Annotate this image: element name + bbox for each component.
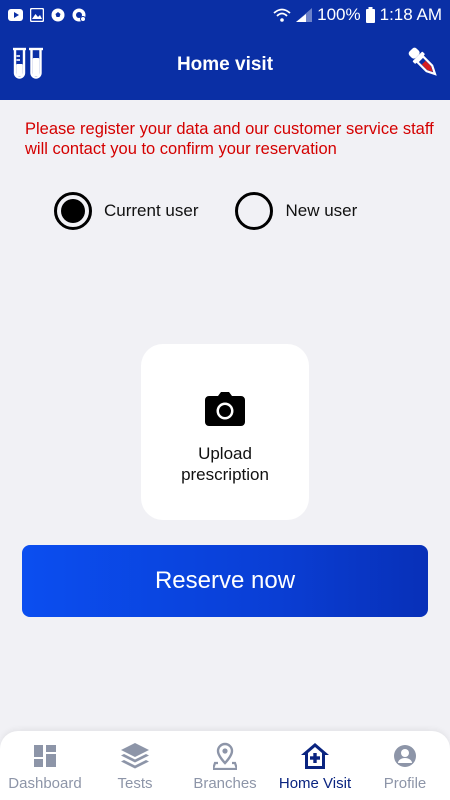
page-title: Home visit	[176, 54, 274, 75]
wifi-icon	[273, 8, 291, 22]
youtube-icon	[8, 8, 23, 22]
status-bar: 100% 1:18 AM	[0, 0, 450, 30]
radio-current-user[interactable]: Current user	[54, 192, 198, 230]
location-pin-icon	[213, 742, 237, 770]
dashboard-icon	[34, 742, 56, 770]
camera-icon	[205, 392, 245, 431]
nav-label-branches: Branches	[193, 775, 257, 792]
nav-label-dashboard: Dashboard	[8, 775, 82, 792]
layers-icon	[121, 742, 149, 770]
upload-prescription-card[interactable]: Upload prescription	[141, 344, 309, 520]
radio-label-new-user: New user	[285, 201, 358, 220]
clock: 1:18 AM	[379, 5, 442, 24]
radio-unselected-indicator[interactable]	[235, 192, 274, 230]
nav-item-dashboard[interactable]: Dashboard	[0, 742, 90, 792]
radio-new-user[interactable]: New user	[235, 192, 357, 230]
app-bar: Home visit	[0, 30, 450, 100]
home-plus-icon	[300, 742, 330, 770]
radio-dot	[61, 199, 85, 223]
gallery-icon	[29, 8, 44, 22]
reserve-now-button[interactable]: Reserve now	[22, 545, 428, 617]
nav-item-tests[interactable]: Tests	[90, 742, 180, 792]
whatsapp-icon	[71, 8, 86, 22]
test-tubes-icon[interactable]	[12, 46, 44, 87]
nav-label-home-visit: Home Visit	[278, 775, 352, 792]
nav-item-home-visit[interactable]: Home Visit	[270, 742, 360, 792]
radio-selected-indicator[interactable]	[54, 192, 92, 230]
bottom-navigation: Dashboard Tests Branches Home Visit Prof…	[0, 731, 450, 800]
nav-label-tests: Tests	[117, 775, 153, 792]
battery-icon	[365, 7, 375, 23]
nav-item-branches[interactable]: Branches	[180, 742, 270, 792]
status-notification-icons	[8, 8, 86, 22]
dropper-icon[interactable]	[406, 44, 440, 85]
profile-icon	[393, 742, 417, 770]
status-system-icons: 100% 1:18 AM	[273, 5, 442, 25]
upload-prescription-label: Upload prescription	[181, 444, 269, 484]
soccer-ball-icon	[50, 8, 65, 22]
nav-label-profile: Profile	[383, 775, 427, 792]
signal-icon	[296, 8, 313, 22]
notice-text: Please register your data and our custom…	[25, 120, 434, 158]
nav-item-profile[interactable]: Profile	[360, 742, 450, 792]
user-type-radio-group: Current user New user	[54, 192, 357, 230]
radio-label-current-user: Current user	[104, 201, 199, 220]
battery-percent: 100%	[317, 5, 361, 24]
